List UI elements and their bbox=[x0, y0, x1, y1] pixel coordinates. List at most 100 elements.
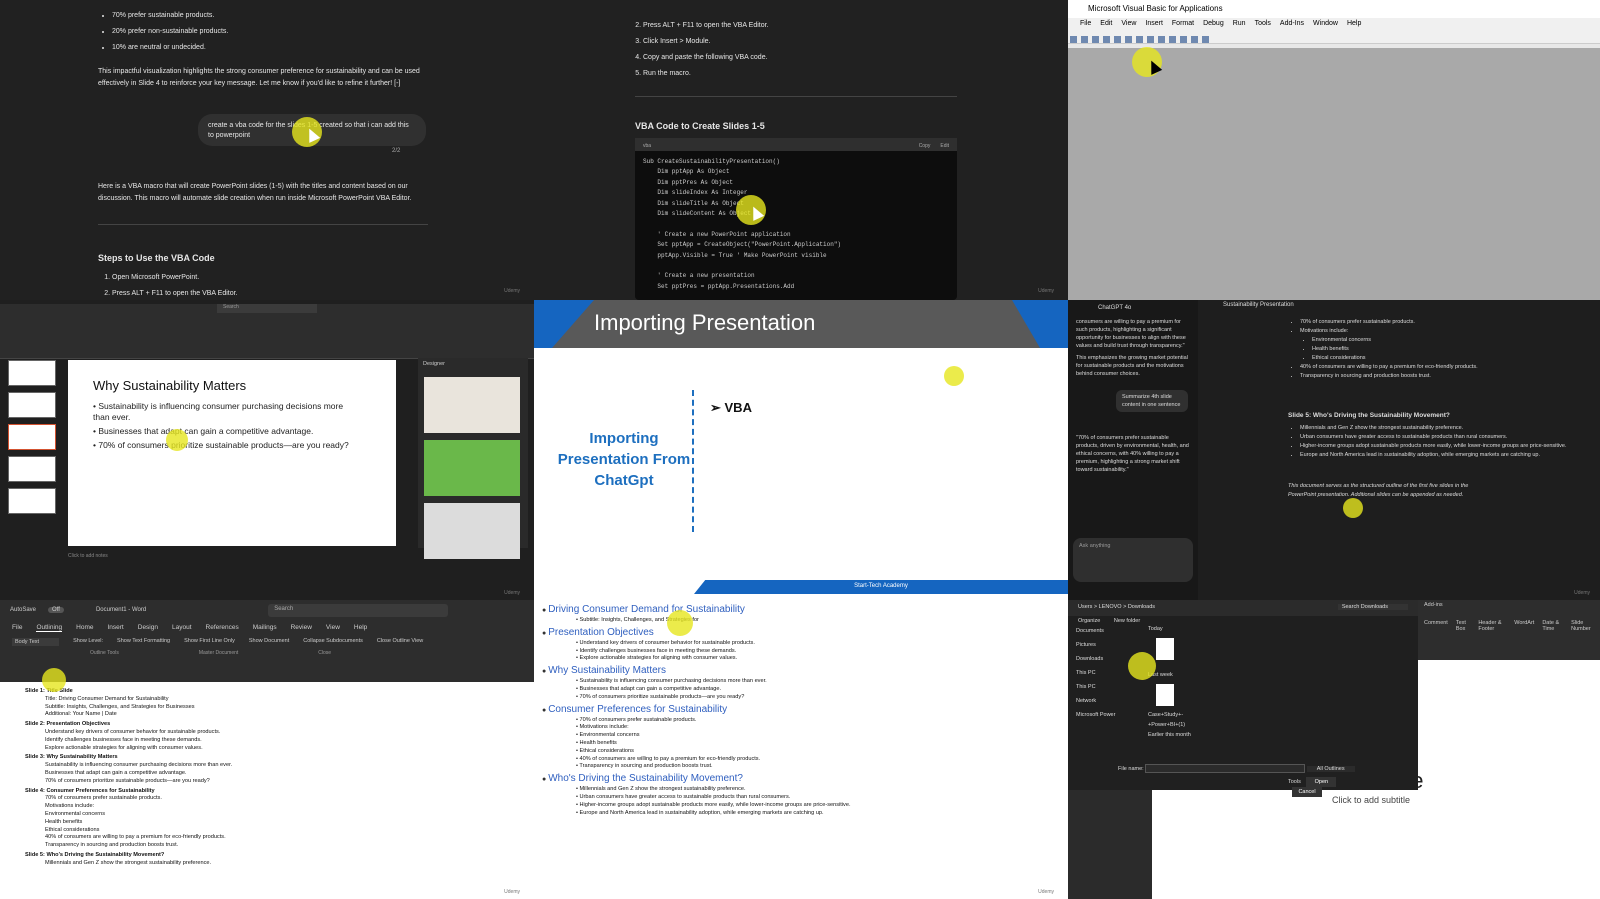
outline-item[interactable]: • Ethical considerations bbox=[542, 748, 1060, 756]
search-input[interactable]: Search bbox=[268, 603, 449, 617]
notes-placeholder[interactable]: Click to add notes bbox=[68, 553, 108, 559]
date-time-button[interactable]: Date & Time bbox=[1542, 620, 1563, 632]
nav-item[interactable]: This PC bbox=[1076, 680, 1146, 694]
outline-heading[interactable]: Slide 1: Title Slide bbox=[25, 688, 509, 696]
copy-button[interactable]: Copy bbox=[919, 141, 931, 151]
header-footer-button[interactable]: Header & Footer bbox=[1478, 620, 1506, 632]
filename-input[interactable] bbox=[1145, 764, 1306, 773]
outline-item[interactable]: • Higher-income groups adopt sustainable… bbox=[542, 802, 1060, 810]
autosave-toggle[interactable]: Off bbox=[48, 607, 64, 613]
outline-item[interactable]: Ethical considerations bbox=[25, 827, 509, 835]
toolbar-icon[interactable] bbox=[1092, 36, 1099, 43]
slide-thumbnail[interactable] bbox=[8, 456, 56, 482]
toolbar-icon[interactable] bbox=[1103, 36, 1110, 43]
tab-file[interactable]: File bbox=[12, 624, 22, 632]
word-file-icon[interactable] bbox=[1156, 638, 1174, 660]
menu-help[interactable]: Help bbox=[1347, 20, 1361, 30]
outline-item[interactable]: • 40% of consumers are willing to pay a … bbox=[542, 756, 1060, 764]
edit-button[interactable]: Edit bbox=[940, 141, 949, 151]
user-prompt-bubble[interactable]: Summarize 4th slide content in one sente… bbox=[1116, 390, 1188, 412]
menu-edit[interactable]: Edit bbox=[1100, 20, 1112, 30]
outline-heading[interactable]: Consumer Preferences for Sustainability bbox=[542, 703, 1060, 717]
chat-input[interactable]: Ask anything bbox=[1073, 538, 1193, 582]
word-file-icon[interactable] bbox=[1156, 684, 1174, 706]
search-box[interactable]: Search bbox=[217, 304, 317, 313]
menu-format[interactable]: Format bbox=[1172, 20, 1194, 30]
tab-home[interactable]: Home bbox=[76, 624, 93, 632]
toolbar-icon[interactable] bbox=[1070, 36, 1077, 43]
text-box-button[interactable]: Text Box bbox=[1456, 620, 1470, 632]
outline-item[interactable]: Explore actionable strategies for aligni… bbox=[25, 745, 509, 753]
show-first-line-only[interactable]: Show First Line Only bbox=[184, 638, 235, 646]
toolbar-icon[interactable] bbox=[1147, 36, 1154, 43]
tab-references[interactable]: References bbox=[206, 624, 239, 632]
outline-item[interactable]: • Businesses that adapt can gain a compe… bbox=[542, 686, 1060, 694]
design-option[interactable] bbox=[424, 440, 520, 496]
filter-select[interactable]: All Outlines bbox=[1306, 765, 1355, 772]
tab-insert[interactable]: Insert bbox=[107, 624, 123, 632]
outline-item[interactable]: • Health benefits bbox=[542, 740, 1060, 748]
outline-item[interactable]: • Environmental concerns bbox=[542, 732, 1060, 740]
outline-heading[interactable]: Slide 5: Who's Driving the Sustainabilit… bbox=[25, 852, 509, 860]
outline-item[interactable]: Title: Driving Consumer Demand for Susta… bbox=[25, 696, 509, 704]
tab-layout[interactable]: Layout bbox=[172, 624, 192, 632]
show-text-formatting[interactable]: Show Text Formatting bbox=[117, 638, 170, 646]
outline-heading[interactable]: Who's Driving the Sustainability Movemen… bbox=[542, 772, 1060, 786]
outline-item[interactable]: 70% of consumers prioritize sustainable … bbox=[25, 778, 509, 786]
tab-outlining[interactable]: Outlining bbox=[36, 624, 63, 632]
toolbar-icon[interactable] bbox=[1191, 36, 1198, 43]
tab-review[interactable]: Review bbox=[291, 624, 312, 632]
design-option[interactable] bbox=[424, 503, 520, 559]
menu-debug[interactable]: Debug bbox=[1203, 20, 1224, 30]
outline-item[interactable]: • 70% of consumers prioritize sustainabl… bbox=[542, 694, 1060, 702]
response-pager[interactable]: 2/2 bbox=[392, 148, 400, 154]
outline-item[interactable]: Sustainability is influencing consumer p… bbox=[25, 762, 509, 770]
open-button[interactable]: Open bbox=[1306, 777, 1337, 787]
nav-item[interactable]: Pictures bbox=[1076, 638, 1146, 652]
outline-item[interactable]: Environmental concerns bbox=[25, 811, 509, 819]
slide-number-button[interactable]: Slide Number bbox=[1571, 620, 1594, 632]
outline-item[interactable]: 40% of consumers are willing to pay a pr… bbox=[25, 834, 509, 842]
outline-document[interactable]: Driving Consumer Demand for Sustainabili… bbox=[534, 600, 1068, 819]
nav-item[interactable]: Network bbox=[1076, 694, 1146, 708]
breadcrumb[interactable]: Users > LENOVO > Downloads bbox=[1078, 604, 1155, 610]
close-outline-view-button[interactable]: Close Outline View bbox=[377, 638, 423, 646]
outline-heading[interactable]: Driving Consumer Demand for Sustainabili… bbox=[542, 603, 1060, 617]
slide-thumbnail[interactable] bbox=[8, 360, 56, 386]
nav-item[interactable]: Documents bbox=[1076, 624, 1146, 638]
toolbar-icon[interactable] bbox=[1125, 36, 1132, 43]
file-name[interactable]: Case+Study+-+Power+BI+(1) bbox=[1148, 710, 1188, 730]
tab-design[interactable]: Design bbox=[138, 624, 158, 632]
outline-item[interactable]: • Urban consumers have greater access to… bbox=[542, 794, 1060, 802]
slide-thumbnail[interactable] bbox=[8, 488, 56, 514]
nav-item[interactable]: Microsoft Power bbox=[1076, 708, 1146, 722]
ribbon-item[interactable]: Add-ins bbox=[1424, 602, 1443, 608]
menu-tools[interactable]: Tools bbox=[1255, 20, 1271, 30]
slide-bullets[interactable]: • Sustainability is influencing consumer… bbox=[68, 401, 358, 451]
tools-menu[interactable]: Tools bbox=[1288, 779, 1301, 785]
outline-item[interactable]: Health benefits bbox=[25, 819, 509, 827]
outline-level-select[interactable]: Body Text bbox=[12, 638, 60, 646]
outline-item[interactable]: • Subtitle: Insights, Challenges, and St… bbox=[542, 617, 1060, 625]
outline-item[interactable]: • Millennials and Gen Z show the stronge… bbox=[542, 786, 1060, 794]
outline-item[interactable]: 70% of consumers prefer sustainable prod… bbox=[25, 795, 509, 803]
outline-item[interactable]: • Motivations include: bbox=[542, 724, 1060, 732]
menu-view[interactable]: View bbox=[1121, 20, 1136, 30]
outline-item[interactable]: Additional: Your Name | Date bbox=[25, 711, 509, 719]
cancel-button[interactable]: Cancel bbox=[1292, 787, 1322, 797]
outline-item[interactable]: Motivations include: bbox=[25, 803, 509, 811]
toolbar-icon[interactable] bbox=[1158, 36, 1165, 43]
toolbar-icon[interactable] bbox=[1081, 36, 1088, 43]
collapse-subdocuments-button[interactable]: Collapse Subdocuments bbox=[303, 638, 363, 646]
outline-item[interactable]: • Understand key drivers of consumer beh… bbox=[542, 640, 1060, 648]
toolbar-icon[interactable] bbox=[1180, 36, 1187, 43]
slide-title[interactable]: Why Sustainability Matters bbox=[68, 360, 396, 401]
outline-heading[interactable]: Why Sustainability Matters bbox=[542, 664, 1060, 678]
tab-help[interactable]: Help bbox=[354, 624, 367, 632]
menu-file[interactable]: File bbox=[1080, 20, 1091, 30]
editor-workspace[interactable] bbox=[1068, 48, 1600, 300]
outline-heading[interactable]: Slide 2: Presentation Objectives bbox=[25, 721, 509, 729]
search-input[interactable]: Search Downloads bbox=[1337, 604, 1408, 610]
tab-view[interactable]: View bbox=[326, 624, 340, 632]
outline-item[interactable]: • Sustainability is influencing consumer… bbox=[542, 678, 1060, 686]
